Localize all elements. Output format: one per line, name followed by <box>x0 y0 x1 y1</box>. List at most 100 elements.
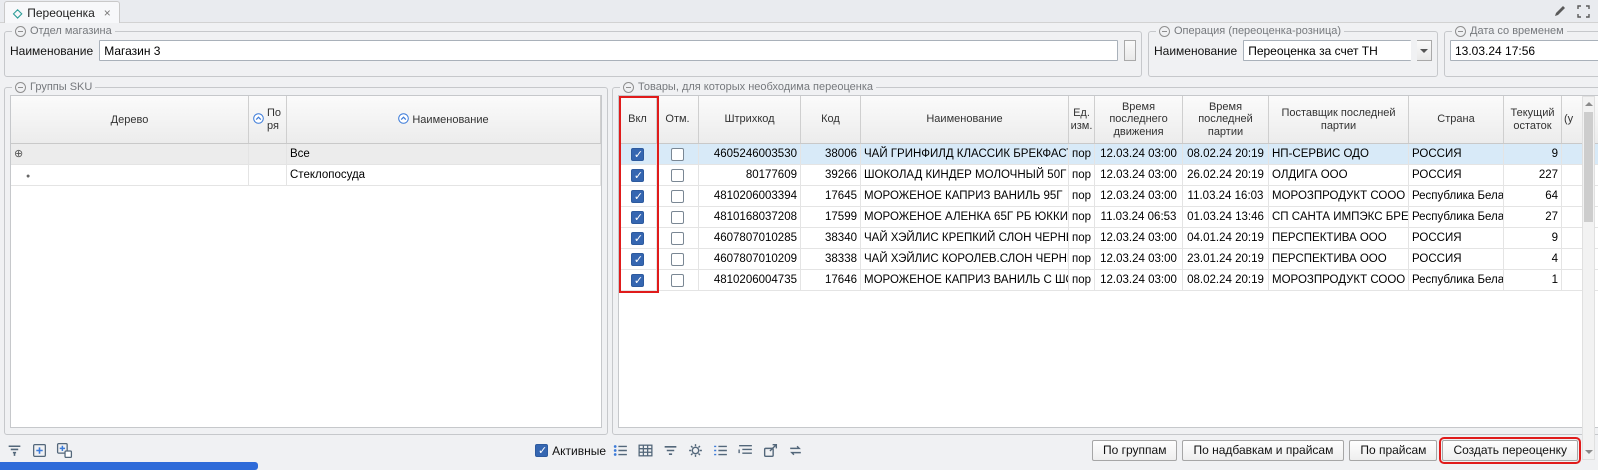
tab-bar: ◇ Переоценка × <box>0 0 1598 23</box>
cell-code: 38340 <box>801 228 861 249</box>
by-prices-button[interactable]: По прайсам <box>1349 440 1437 461</box>
cell-mark <box>657 249 699 270</box>
cell-incl <box>619 186 657 207</box>
table-row[interactable]: 460780701028538340ЧАЙ ХЭЙЛИС КРЕПКИЙ СЛО… <box>619 228 1598 249</box>
cell-name: Все <box>287 144 601 165</box>
collapse-icon[interactable] <box>15 26 26 37</box>
cell-supplier: СП САНТА ИМПЭКС БРЕСТ <box>1269 207 1409 228</box>
active-checkbox[interactable] <box>535 444 548 457</box>
row-include-checkbox[interactable] <box>631 211 644 224</box>
column-header-stock[interactable]: Текущий остаток <box>1504 96 1562 143</box>
row-include-checkbox[interactable] <box>631 253 644 266</box>
tree-expand-icon[interactable]: ⊕ <box>14 148 23 160</box>
add-item-icon[interactable] <box>31 442 48 459</box>
fullscreen-icon[interactable] <box>1577 5 1590 23</box>
column-header-name[interactable]: Наименование <box>287 96 601 143</box>
filter-icon[interactable] <box>662 442 679 459</box>
cell-last-move: 12.03.24 03:00 <box>1095 165 1183 186</box>
cell-tree: ● <box>11 165 249 186</box>
table-row[interactable]: 481016803720817599МОРОЖЕНОЕ АЛЕНКА 65Г Р… <box>619 207 1598 228</box>
store-name-input[interactable] <box>99 40 1118 61</box>
column-header-supplier[interactable]: Поставщик последней партии <box>1269 96 1409 143</box>
collapse-icon[interactable] <box>1455 26 1466 37</box>
table-row[interactable]: 481020600339417645МОРОЖЕНОЕ КАПРИЗ ВАНИЛ… <box>619 186 1598 207</box>
row-include-checkbox[interactable] <box>631 148 644 161</box>
datetime-input[interactable] <box>1450 40 1598 61</box>
table-row[interactable]: ⊕ Все <box>11 144 601 165</box>
create-revaluation-button[interactable]: Создать переоценку <box>1442 440 1578 461</box>
table-row[interactable]: ●Стеклопосуда <box>11 165 601 186</box>
row-include-checkbox[interactable] <box>631 274 644 287</box>
row-mark-checkbox[interactable] <box>671 190 684 203</box>
tab-pereocenka[interactable]: ◇ Переоценка × <box>4 1 120 23</box>
row-mark-checkbox[interactable] <box>671 253 684 266</box>
cell-barcode: 80177609 <box>699 165 801 186</box>
collapse-icon[interactable] <box>15 82 26 93</box>
field-menu-button[interactable] <box>1124 40 1136 61</box>
column-header-last-move[interactable]: Время последнего движения <box>1095 96 1183 143</box>
tab-close-icon[interactable]: × <box>104 6 111 20</box>
view-grid-icon[interactable] <box>637 442 654 459</box>
row-mark-checkbox[interactable] <box>671 211 684 224</box>
scrollbar-track[interactable] <box>1583 110 1594 446</box>
cell-last-batch: 01.03.24 13:46 <box>1183 207 1269 228</box>
cell-incl <box>619 207 657 228</box>
dropdown-arrow-button[interactable] <box>1417 40 1432 61</box>
cell-order <box>249 165 287 186</box>
table-row[interactable]: 481020600473517646МОРОЖЕНОЕ КАПРИЗ ВАНИЛ… <box>619 270 1598 291</box>
row-include-checkbox[interactable] <box>631 232 644 245</box>
column-header-barcode[interactable]: Штрихкод <box>699 96 801 143</box>
cell-name: ШОКОЛАД КИНДЕР МОЛОЧНЫЙ 50Г <box>861 165 1069 186</box>
operation-name-input[interactable] <box>1243 40 1411 61</box>
column-header-tree[interactable]: Дерево <box>11 96 249 143</box>
cell-country: РОССИЯ <box>1409 249 1504 270</box>
column-header-order[interactable]: Поря <box>249 96 287 143</box>
cell-country: РОССИЯ <box>1409 144 1504 165</box>
cell-stock: 4 <box>1504 249 1562 270</box>
settings-gear-icon[interactable] <box>687 442 704 459</box>
add-group-icon[interactable] <box>56 442 73 459</box>
row-mark-checkbox[interactable] <box>671 169 684 182</box>
scrollbar-thumb[interactable] <box>1584 112 1593 222</box>
cell-country: Республика Беларусь <box>1409 186 1504 207</box>
vertical-scrollbar[interactable] <box>1582 96 1595 460</box>
row-mark-checkbox[interactable] <box>671 232 684 245</box>
column-header-country[interactable]: Страна <box>1409 96 1504 143</box>
cell-country: РОССИЯ <box>1409 228 1504 249</box>
column-header-mark[interactable]: Отм. <box>657 96 699 143</box>
cell-last-batch: 26.02.24 20:19 <box>1183 165 1269 186</box>
sort-asc-icon <box>253 113 264 127</box>
scroll-down-button[interactable] <box>1583 446 1594 459</box>
column-header-name[interactable]: Наименование <box>861 96 1069 143</box>
table-row[interactable]: 460780701020938338ЧАЙ ХЭЙЛИС КОРОЛЕВ.СЛО… <box>619 249 1598 270</box>
refresh-icon[interactable] <box>787 442 804 459</box>
table-row[interactable]: 460524600353038006ЧАЙ ГРИНФИЛД КЛАССИК Б… <box>619 144 1598 165</box>
active-label: Активные <box>552 444 606 458</box>
row-mark-checkbox[interactable] <box>671 274 684 287</box>
scroll-up-button[interactable] <box>1583 97 1594 110</box>
row-mark-checkbox[interactable] <box>671 148 684 161</box>
clear-filter-icon[interactable] <box>6 442 23 459</box>
sort-asc-icon <box>398 113 409 127</box>
row-include-checkbox[interactable] <box>631 190 644 203</box>
edit-pencil-icon[interactable] <box>1553 4 1567 23</box>
cell-barcode: 4810206003394 <box>699 186 801 207</box>
export-icon[interactable] <box>762 442 779 459</box>
collapse-icon[interactable] <box>1159 26 1170 37</box>
collapse-icon[interactable] <box>623 82 634 93</box>
column-header-incl[interactable]: Вкл <box>619 96 657 143</box>
numbered-list-icon[interactable] <box>712 442 729 459</box>
column-header-code[interactable]: Код <box>801 96 861 143</box>
indent-list-icon[interactable] <box>737 442 754 459</box>
column-header-unit[interactable]: Ед. изм. <box>1069 96 1095 143</box>
by-groups-button[interactable]: По группам <box>1092 440 1177 461</box>
cell-unit: пор <box>1069 144 1095 165</box>
cell-unit: пор <box>1069 270 1095 291</box>
products-grid: Вкл Отм. Штрихкод Код Наименование Ед. и… <box>618 95 1598 428</box>
by-markups-button[interactable]: По надбавкам и прайсам <box>1182 440 1344 461</box>
table-row[interactable]: 8017760939266ШОКОЛАД КИНДЕР МОЛОЧНЫЙ 50Г… <box>619 165 1598 186</box>
row-include-checkbox[interactable] <box>631 169 644 182</box>
column-header-last-batch[interactable]: Время последней партии <box>1183 96 1269 143</box>
view-list-icon[interactable] <box>612 442 629 459</box>
cell-supplier: МОРОЗПРОДУКТ СООО <box>1269 186 1409 207</box>
